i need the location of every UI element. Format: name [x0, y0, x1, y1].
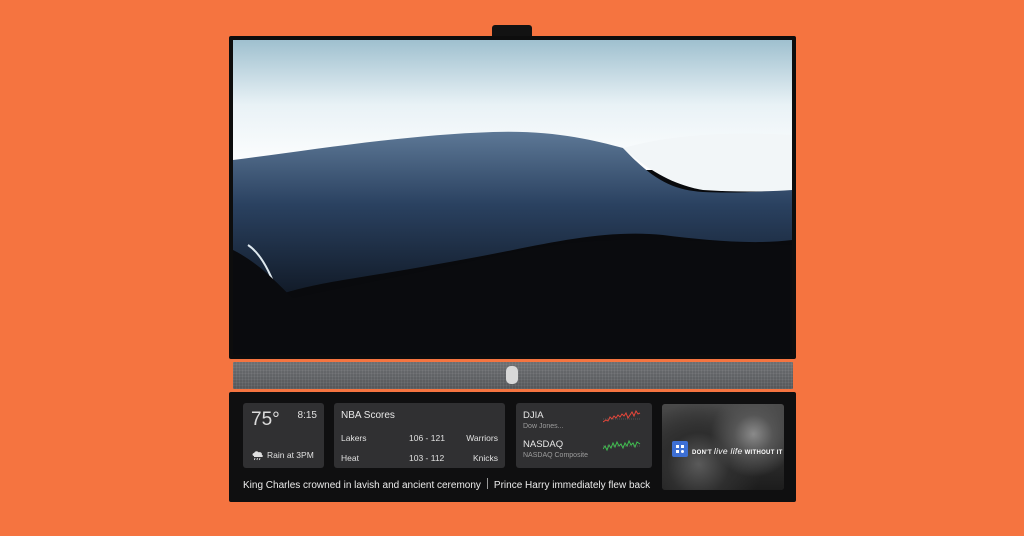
- team-away: Warriors: [466, 433, 498, 443]
- promo-word: WITHOUT IT: [744, 450, 783, 456]
- nba-scores-widget[interactable]: NBA Scores Lakers 106 - 121 Warriors Hea…: [334, 403, 505, 468]
- team-home: Heat: [341, 453, 359, 463]
- temperature: 75°: [251, 409, 280, 430]
- djia-sparkline: [603, 409, 641, 423]
- team-away: Knicks: [472, 453, 498, 463]
- widget-panel: 75° 8:15 Rain at 3PM NBA Scores Lakers 1…: [229, 392, 796, 502]
- team-home: Lakers: [341, 433, 367, 443]
- soundbar: [233, 362, 793, 389]
- news-ticker[interactable]: King Charles crowned in lavish and ancie…: [243, 478, 655, 494]
- ticker-separator: [486, 478, 488, 489]
- stock-symbol: NASDAQ: [523, 439, 564, 450]
- weather-widget[interactable]: 75° 8:15 Rain at 3PM: [243, 403, 324, 468]
- game-score: 103 - 112: [409, 453, 445, 463]
- clock-time: 8:15: [297, 410, 317, 421]
- ticker-headline: King Charles crowned in lavish and ancie…: [243, 480, 481, 491]
- stock-name: NASDAQ Composite: [523, 452, 588, 459]
- scores-title: NBA Scores: [341, 410, 395, 421]
- game-score: 106 - 121: [409, 433, 445, 443]
- promo-emphasis: live life: [713, 446, 743, 456]
- app-logo-icon: [672, 441, 688, 457]
- weather-forecast: Rain at 3PM: [267, 450, 314, 460]
- camera-privacy-switch[interactable]: [506, 366, 518, 384]
- tv-screen-wallpaper: [233, 40, 792, 355]
- stock-name: Dow Jones...: [523, 423, 564, 430]
- promo-slogan: DON'T live life WITHOUT IT: [692, 446, 783, 456]
- stock-symbol: DJIA: [523, 410, 544, 421]
- nasdaq-sparkline: [603, 439, 641, 452]
- stocks-widget[interactable]: DJIA Dow Jones... NASDAQ NASDAQ Composit…: [516, 403, 652, 468]
- ticker-headline: Prince Harry immediately flew back: [493, 480, 651, 491]
- ocean-wave-art: [233, 40, 792, 355]
- rain-cloud-icon: [252, 451, 263, 461]
- promo-word: DON'T: [692, 450, 712, 456]
- promo-tile[interactable]: DON'T live life WITHOUT IT: [662, 404, 784, 490]
